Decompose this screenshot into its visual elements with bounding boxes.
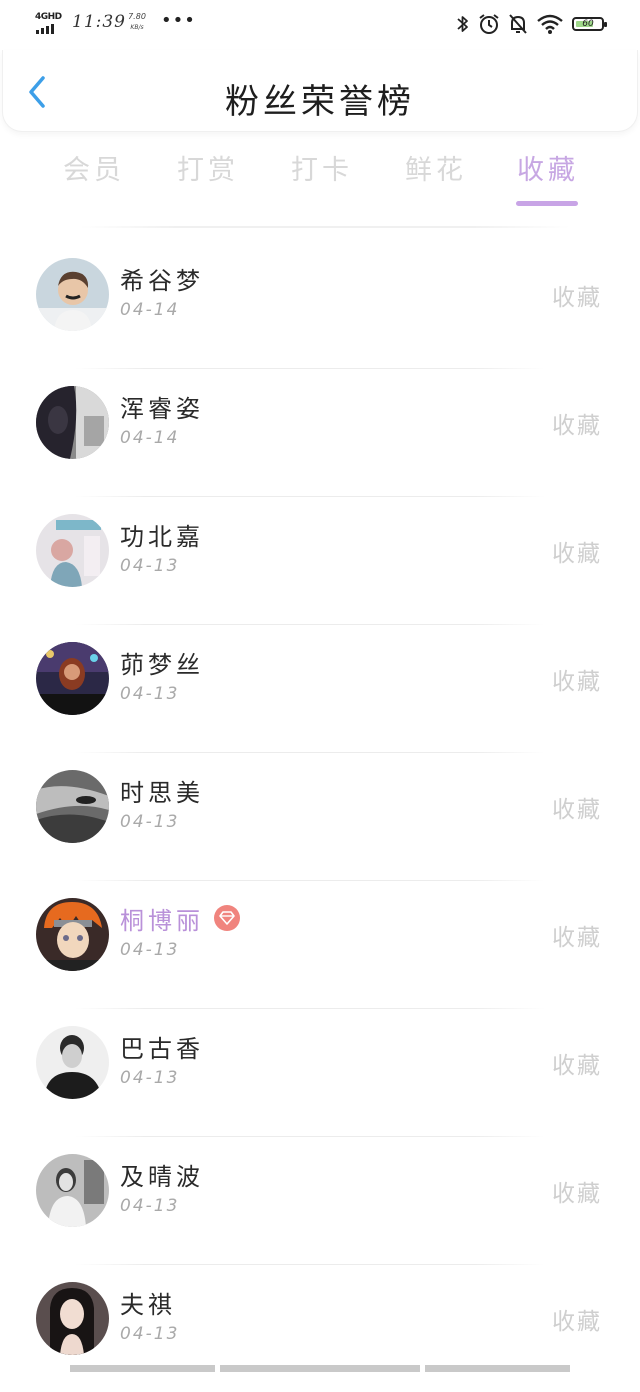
user-name: 浑睿姿 xyxy=(120,394,204,423)
date: 04-13 xyxy=(120,556,180,576)
battery-icon: 60 xyxy=(572,17,607,31)
list-item[interactable]: 功北嘉 04-13 收藏 xyxy=(0,496,640,624)
row-divider xyxy=(75,1264,545,1265)
tab-bar: 会员 打赏 打卡 鲜花 收藏 xyxy=(0,140,640,210)
more-notifications-icon: ••• xyxy=(161,10,196,31)
bell-off-icon xyxy=(509,14,527,34)
action-label: 收藏 xyxy=(552,925,602,951)
user-name: 功北嘉 xyxy=(120,522,204,551)
avatar xyxy=(36,1282,109,1355)
row-divider xyxy=(75,880,545,881)
avatar xyxy=(36,1026,109,1099)
action-label: 收藏 xyxy=(552,797,602,823)
action-label: 收藏 xyxy=(552,1309,602,1335)
row-divider xyxy=(75,1008,545,1009)
user-name: 希谷梦 xyxy=(120,266,204,295)
list-item[interactable]: 桐博丽 04-13 收藏 xyxy=(0,880,640,1008)
avatar xyxy=(36,642,109,715)
avatar xyxy=(36,386,109,459)
net-speed-value: 7.80 xyxy=(128,12,146,21)
date: 04-14 xyxy=(120,300,180,320)
tab-favorites[interactable]: 收藏 xyxy=(517,148,579,187)
tab-flowers[interactable]: 鲜花 xyxy=(405,148,467,187)
user-name: 及晴波 xyxy=(120,1162,204,1191)
date: 04-13 xyxy=(120,1324,180,1344)
date: 04-13 xyxy=(120,940,180,960)
page-header: 粉丝荣誉榜 xyxy=(2,50,638,132)
action-label: 收藏 xyxy=(552,1053,602,1079)
signal-icon xyxy=(36,24,60,34)
tab-tips[interactable]: 打赏 xyxy=(177,148,239,187)
row-divider xyxy=(75,752,545,753)
name-wrap: 及晴波 xyxy=(120,1156,204,1192)
date: 04-13 xyxy=(120,1196,180,1216)
row-divider xyxy=(75,496,545,497)
user-name: 茆梦丝 xyxy=(120,650,204,679)
list-item[interactable]: 巴古香 04-13 收藏 xyxy=(0,1008,640,1136)
active-tab-indicator xyxy=(516,201,578,206)
action-label: 收藏 xyxy=(552,413,602,439)
action-label: 收藏 xyxy=(552,541,602,567)
action-label: 收藏 xyxy=(552,669,602,695)
list-item[interactable]: 时思美 04-13 收藏 xyxy=(0,752,640,880)
date: 04-13 xyxy=(120,812,180,832)
user-name: 时思美 xyxy=(120,778,204,807)
name-wrap: 茆梦丝 xyxy=(120,644,204,680)
name-wrap: 浑睿姿 xyxy=(120,388,204,424)
bluetooth-icon xyxy=(457,16,468,32)
date: 04-13 xyxy=(120,684,180,704)
bottom-indicator xyxy=(70,1365,570,1372)
divider xyxy=(80,226,570,228)
name-wrap: 功北嘉 xyxy=(120,516,204,552)
avatar xyxy=(36,898,109,971)
status-bar: 4GHD 11:39 7.80 KB/s ••• 60 xyxy=(0,0,640,50)
network-type: 4GHD xyxy=(35,12,62,22)
date: 04-14 xyxy=(120,428,180,448)
list-item[interactable]: 浑睿姿 04-14 收藏 xyxy=(0,368,640,496)
list-item[interactable]: 夫祺 04-13 收藏 xyxy=(0,1264,640,1392)
user-name: 桐博丽 xyxy=(120,906,204,935)
name-wrap: 时思美 xyxy=(120,772,204,808)
avatar xyxy=(36,1154,109,1227)
status-icons: 60 xyxy=(456,12,607,36)
action-label: 收藏 xyxy=(552,1181,602,1207)
avatar xyxy=(36,258,109,331)
diamond-icon xyxy=(214,905,240,931)
avatar xyxy=(36,770,109,843)
row-divider xyxy=(75,624,545,625)
list-item[interactable]: 及晴波 04-13 收藏 xyxy=(0,1136,640,1264)
tab-checkin[interactable]: 打卡 xyxy=(291,148,353,187)
tab-members[interactable]: 会员 xyxy=(63,148,125,187)
page-title: 粉丝荣誉榜 xyxy=(225,82,415,122)
name-wrap: 桐博丽 xyxy=(120,900,240,936)
user-name: 巴古香 xyxy=(120,1034,204,1063)
row-divider xyxy=(75,368,545,369)
wifi-icon xyxy=(537,14,563,34)
battery-level: 60 xyxy=(582,19,594,29)
alarm-icon xyxy=(479,14,499,34)
net-speed-unit: KB/s xyxy=(130,24,144,31)
clock: 11:39 xyxy=(72,12,126,32)
date: 04-13 xyxy=(120,1068,180,1088)
net-speed: 7.80 KB/s xyxy=(127,11,147,33)
name-wrap: 巴古香 xyxy=(120,1028,204,1064)
row-divider xyxy=(75,1136,545,1137)
list-item[interactable]: 希谷梦 04-14 收藏 xyxy=(0,240,640,368)
user-name: 夫祺 xyxy=(120,1290,176,1319)
action-label: 收藏 xyxy=(552,285,602,311)
avatar xyxy=(36,514,109,587)
name-wrap: 夫祺 xyxy=(120,1284,176,1320)
list-item[interactable]: 茆梦丝 04-13 收藏 xyxy=(0,624,640,752)
name-wrap: 希谷梦 xyxy=(120,260,204,296)
